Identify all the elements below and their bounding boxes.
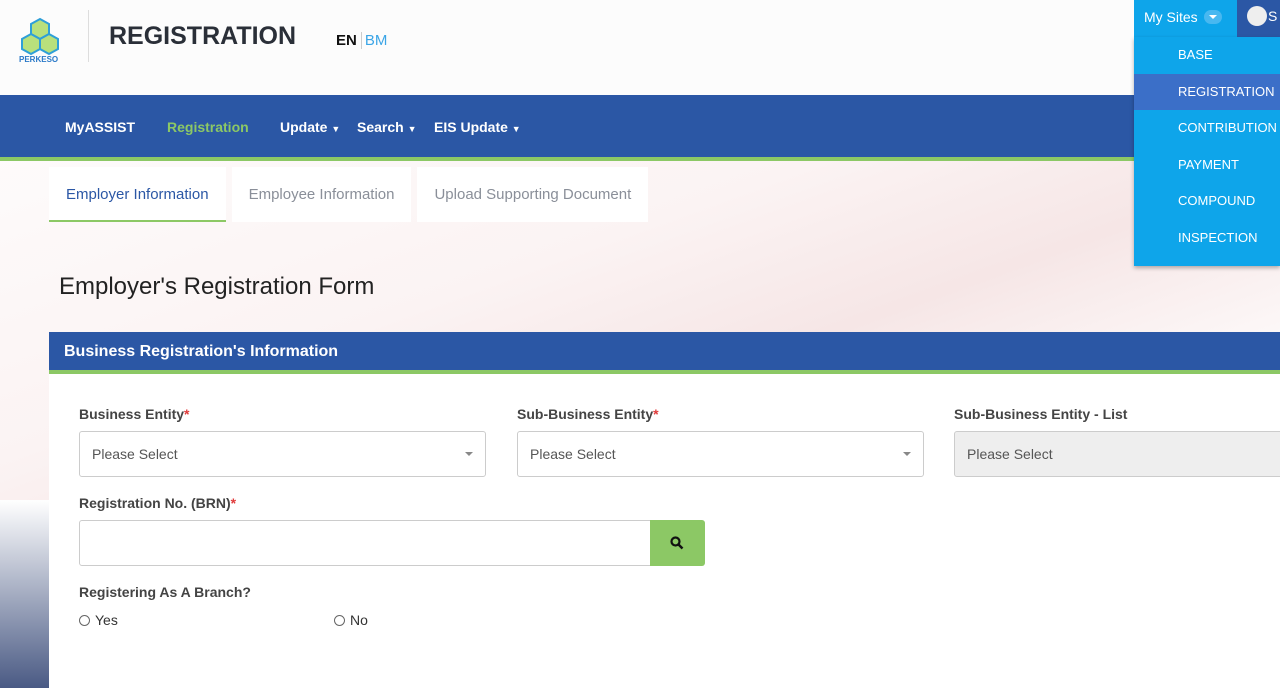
required-mark: * <box>230 495 237 511</box>
menu-item-payment[interactable]: PAYMENT <box>1134 147 1280 184</box>
tab-employee-information[interactable]: Employee Information <box>231 167 412 222</box>
search-icon <box>670 536 684 550</box>
brn-input[interactable] <box>79 520 651 566</box>
label-text: Registration No. (BRN) <box>79 495 231 511</box>
nav-update-label: Update <box>280 119 328 135</box>
lang-bm[interactable]: BM <box>362 32 388 49</box>
branch-no-radio[interactable]: No <box>334 612 368 628</box>
user-menu[interactable]: S <box>1237 0 1280 37</box>
branch-label: Registering As A Branch? <box>79 584 251 600</box>
menu-item-base[interactable]: BASE <box>1134 37 1280 74</box>
label-text: Business Entity <box>79 406 185 422</box>
select-value: Please Select <box>92 446 178 462</box>
tab-employer-information[interactable]: Employer Information <box>49 167 226 222</box>
nav-registration[interactable]: Registration <box>167 119 249 135</box>
select-value: Please Select <box>967 446 1053 462</box>
my-sites-button[interactable]: My Sites <box>1134 0 1237 37</box>
page-header-title: REGISTRATION <box>109 22 297 50</box>
radio-label: No <box>350 612 368 628</box>
business-registration-panel: Business Registration's Information Busi… <box>49 332 1280 688</box>
menu-item-inspection[interactable]: INSPECTION <box>1134 220 1280 257</box>
caret-down-icon: ▼ <box>511 124 521 134</box>
my-sites-menu: BASE REGISTRATION CONTRIBUTION PAYMENT C… <box>1134 37 1280 266</box>
caret-down-icon: ▼ <box>331 124 341 134</box>
my-sites-label: My Sites <box>1144 9 1198 25</box>
caret-down-icon <box>465 452 473 460</box>
radio-icon <box>79 615 90 626</box>
logo-text: PERKESO <box>19 55 59 64</box>
language-switcher: EN BM <box>336 32 387 49</box>
nav-myassist[interactable]: MyASSIST <box>65 119 135 135</box>
label-text: Sub-Business Entity <box>517 406 654 422</box>
branch-yes-radio[interactable]: Yes <box>79 612 118 628</box>
nav-eis-label: EIS Update <box>434 119 508 135</box>
tabs: Employer Information Employee Informatio… <box>49 167 649 222</box>
radio-icon <box>334 615 345 626</box>
nav-search[interactable]: Search ▼ <box>357 119 417 135</box>
nav-eis-update[interactable]: EIS Update ▼ <box>434 119 521 135</box>
menu-item-contribution[interactable]: CONTRIBUTION <box>1134 110 1280 147</box>
search-button[interactable] <box>650 520 705 566</box>
radio-label: Yes <box>95 612 118 628</box>
form-title: Employer's Registration Form <box>59 273 375 300</box>
background-decoration <box>0 500 49 688</box>
avatar <box>1247 6 1267 26</box>
divider <box>88 10 89 62</box>
sub-business-entity-label: Sub-Business Entity* <box>517 406 659 422</box>
required-mark: * <box>184 406 190 422</box>
business-entity-select[interactable]: Please Select <box>79 431 486 477</box>
chevron-down-icon <box>1203 10 1222 24</box>
caret-down-icon: ▼ <box>407 124 417 134</box>
tab-upload-supporting-document[interactable]: Upload Supporting Document <box>417 167 649 222</box>
business-entity-label: Business Entity* <box>79 406 189 422</box>
menu-item-registration[interactable]: REGISTRATION <box>1134 73 1280 110</box>
lang-en[interactable]: EN <box>336 32 362 49</box>
nav-update[interactable]: Update ▼ <box>280 119 340 135</box>
header: PERKESO REGISTRATION EN BM <box>0 0 1280 95</box>
brn-label: Registration No. (BRN)* <box>79 495 236 511</box>
user-name: S <box>1268 8 1278 24</box>
sub-business-entity-list-label: Sub-Business Entity - List <box>954 406 1128 422</box>
menu-item-compound[interactable]: COMPOUND <box>1134 183 1280 220</box>
caret-down-icon <box>903 452 911 460</box>
sub-business-entity-select[interactable]: Please Select <box>517 431 924 477</box>
nav-search-label: Search <box>357 119 404 135</box>
sub-business-entity-list-select[interactable]: Please Select <box>954 431 1280 477</box>
main-nav: MyASSIST Registration Update ▼ Search ▼ … <box>0 95 1280 161</box>
required-mark: * <box>653 406 659 422</box>
select-value: Please Select <box>530 446 616 462</box>
section-title: Business Registration's Information <box>49 332 1280 374</box>
